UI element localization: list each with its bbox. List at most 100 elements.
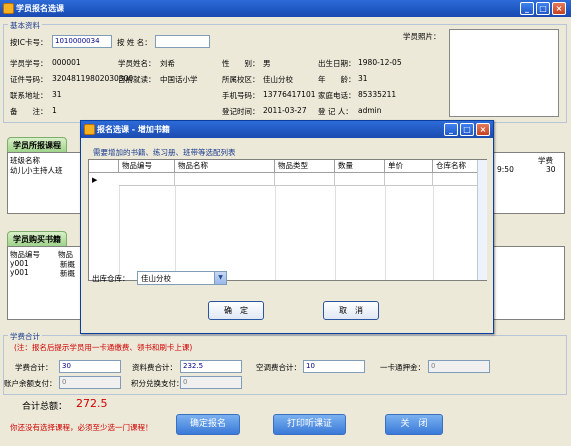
col-item-code[interactable]: 物品编号 — [119, 160, 175, 173]
course-row-fee: 30 — [546, 165, 556, 174]
age-label: 年 龄： — [318, 75, 356, 84]
new-row-warehouse-cell[interactable] — [433, 173, 479, 186]
dialog-minimize-button[interactable]: _ — [444, 123, 458, 136]
vertical-scrollbar[interactable] — [477, 160, 487, 280]
register-time-label: 登记时间： — [222, 107, 260, 116]
new-row-code-cell[interactable] — [119, 173, 175, 186]
mobile-label: 手机号码： — [222, 91, 260, 100]
grid-line — [175, 186, 176, 280]
balance-label: 账户余额支付： — [4, 379, 57, 388]
card-deposit-label: 一卡通押金： — [380, 363, 425, 372]
course-row-time: 9:50 — [497, 165, 514, 174]
col-quantity[interactable]: 数量 — [335, 160, 385, 173]
name-search-label: 按 姓 名： — [117, 38, 152, 47]
tuition-field[interactable]: 30 — [59, 360, 121, 373]
dialog-cancel-button[interactable]: 取 消 — [323, 301, 379, 320]
add-books-grid: 物品编号 物品名称 物品类型 数量 单价 仓库名称 ▶ — [88, 159, 487, 281]
name-search-input[interactable] — [155, 35, 210, 48]
grid-corner — [89, 160, 119, 173]
book-row-code[interactable]: y001 — [10, 259, 29, 268]
card-deposit-field[interactable]: 0 — [428, 360, 490, 373]
student-name-value: 刘希 — [160, 59, 175, 68]
col-unit-price[interactable]: 单价 — [385, 160, 433, 173]
birth-value: 1980-12-05 — [358, 58, 402, 67]
app-icon — [3, 3, 14, 14]
grid-line — [385, 186, 386, 280]
student-photo — [449, 29, 559, 117]
ic-input[interactable]: 1010000034 — [52, 35, 112, 48]
new-row-type-cell[interactable] — [275, 173, 335, 186]
campus-value: 佳山分校 — [263, 75, 293, 84]
course-warning: 你还没有选择课程，必须至少选一门课程！ — [10, 423, 153, 432]
tuition-label: 学费合计： — [15, 363, 53, 372]
col-item-type[interactable]: 物品类型 — [275, 160, 335, 173]
fees-notice: (注：报名后提示学员用一卡通缴费、领书和刷卡上课) — [14, 343, 193, 352]
ic-label: 按IC卡号： — [10, 38, 48, 47]
dialog-maximize-button[interactable]: □ — [460, 123, 474, 136]
confirm-enroll-button[interactable]: 确定报名 — [176, 414, 240, 435]
new-row-qty-cell[interactable] — [335, 173, 385, 186]
student-name-label: 学员姓名： — [118, 59, 156, 68]
grid-line — [335, 186, 336, 280]
campus-label: 所属校区： — [222, 75, 260, 84]
grid-line — [433, 186, 434, 280]
mobile-value: 13776417101 — [263, 90, 316, 99]
warehouse-select-value: 佳山分校 — [141, 274, 171, 283]
dialog-title: 报名选课 - 增加书籍 — [97, 125, 170, 134]
id-card-label: 证件号码： — [10, 75, 48, 84]
photo-label: 学员照片： — [403, 32, 441, 41]
maximize-button[interactable]: □ — [536, 2, 550, 15]
dialog-close-icon[interactable]: × — [476, 123, 490, 136]
minimize-button[interactable]: _ — [520, 2, 534, 15]
new-row-name-cell[interactable] — [175, 173, 275, 186]
material-fee-field[interactable]: 232.5 — [180, 360, 242, 373]
close-icon[interactable]: × — [552, 2, 566, 15]
close-button[interactable]: 关 闭 — [385, 414, 443, 435]
grid-line — [275, 186, 276, 280]
window-title: 学员报名选课 — [16, 4, 64, 13]
age-value: 31 — [358, 74, 368, 83]
school-label: 目前就读： — [118, 75, 156, 84]
col-item-name[interactable]: 物品名称 — [175, 160, 275, 173]
remark-value: 1 — [52, 106, 57, 115]
new-row-price-cell[interactable] — [385, 173, 433, 186]
dialog-ok-button[interactable]: 确 定 — [208, 301, 264, 320]
home-phone-label: 家庭电话： — [318, 91, 356, 100]
tab-courses[interactable]: 学员所报课程 — [7, 137, 67, 152]
student-no-label: 学员学号： — [10, 59, 48, 68]
chevron-down-icon[interactable]: ▼ — [214, 272, 226, 284]
ac-fee-field[interactable]: 10 — [303, 360, 365, 373]
gender-value: 男 — [263, 59, 271, 68]
student-no-value: 000001 — [52, 58, 81, 67]
book-row-code[interactable]: y001 — [10, 268, 29, 277]
remark-label: 备 注： — [10, 107, 48, 116]
registrar-value: admin — [358, 106, 382, 115]
points-label: 积分兑换支付： — [131, 379, 184, 388]
home-phone-value: 85335211 — [358, 90, 397, 99]
warehouse-select[interactable]: 佳山分校 ▼ — [137, 271, 227, 285]
print-pass-button[interactable]: 打印听课证 — [273, 414, 346, 435]
title-bar — [0, 0, 571, 17]
material-fee-label: 资料费合计： — [132, 363, 177, 372]
tab-books[interactable]: 学员购买书籍 — [7, 231, 67, 246]
register-time-value: 2011-03-27 — [263, 106, 307, 115]
registrar-label: 登 记 人： — [318, 107, 353, 116]
book-row-name[interactable]: 新概 — [60, 268, 75, 279]
col-warehouse[interactable]: 仓库名称 — [433, 160, 479, 173]
address-value: 31 — [52, 90, 62, 99]
gender-label: 性 别： — [222, 59, 260, 68]
course-row-name[interactable]: 幼儿小主持人班 — [10, 165, 63, 176]
ac-fee-label: 空调费合计： — [256, 363, 301, 372]
school-value: 中国话小学 — [160, 75, 198, 84]
dialog-icon — [84, 124, 95, 135]
fees-label: 学费合计 — [8, 331, 42, 342]
grid-line — [119, 186, 120, 280]
balance-field[interactable]: 0 — [59, 376, 121, 389]
address-label: 联系地址： — [10, 91, 48, 100]
total-value: 272.5 — [76, 397, 108, 410]
points-field[interactable]: 0 — [180, 376, 242, 389]
add-books-dialog: 报名选课 - 增加书籍 _ □ × 需要增加的书籍、练习册、班带等选配列表 物品… — [80, 120, 494, 334]
warehouse-label: 出库仓库： — [92, 274, 130, 283]
total-label: 合计总额： — [22, 402, 68, 412]
basic-info-label: 基本资料 — [8, 20, 42, 31]
